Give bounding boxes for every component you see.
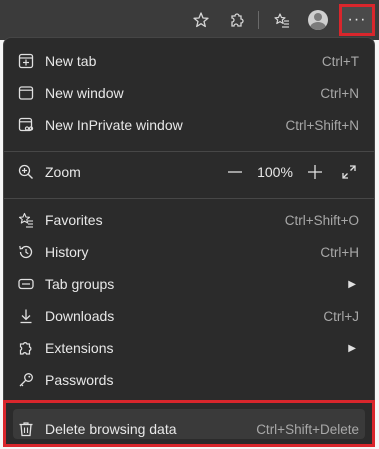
menu-item-favorites[interactable]: Favorites Ctrl+Shift+O xyxy=(4,204,374,236)
menu-item-extensions[interactable]: Extensions ▶ xyxy=(4,332,374,364)
zoom-controls: 100% xyxy=(224,161,360,183)
favorites-star-icon[interactable] xyxy=(186,5,216,35)
menu-item-label: Tab groups xyxy=(45,276,115,292)
submenu-arrow-icon: ▶ xyxy=(348,278,356,290)
settings-menu: New tab Ctrl+T New window Ctrl+N New InP… xyxy=(3,37,375,447)
inprivate-icon xyxy=(16,115,36,135)
collections-icon[interactable] xyxy=(267,5,297,35)
menu-item-label: Downloads xyxy=(45,308,115,324)
tab-groups-icon xyxy=(16,274,36,294)
submenu-arrow-icon: ▶ xyxy=(348,342,356,354)
menu-item-label: Delete browsing data xyxy=(45,421,177,437)
menu-item-label: New tab xyxy=(45,53,97,69)
menu-item-shortcut: Ctrl+Shift+N xyxy=(285,117,359,133)
menu-item-label: Zoom xyxy=(45,164,81,180)
zoom-level: 100% xyxy=(257,164,293,180)
favorites-icon xyxy=(16,210,36,230)
zoom-icon xyxy=(16,162,36,182)
toolbar-divider xyxy=(258,11,259,29)
puzzle-icon xyxy=(16,338,36,358)
menu-item-tab-groups[interactable]: Tab groups ▶ xyxy=(4,268,374,300)
settings-and-more-button[interactable]: ··· xyxy=(339,4,375,36)
key-icon xyxy=(16,370,36,390)
menu-item-shortcut: Ctrl+J xyxy=(323,308,359,324)
zoom-in-button[interactable] xyxy=(304,161,326,183)
menu-item-shortcut: Ctrl+Shift+Delete xyxy=(256,421,359,437)
menu-item-zoom: Zoom 100% xyxy=(4,156,374,188)
browser-frame: ··· New tab Ctrl+T New window Ctrl+N New… xyxy=(0,0,379,449)
menu-item-new-inprivate-window[interactable]: New InPrivate window Ctrl+Shift+N xyxy=(4,109,374,141)
menu-item-label: New window xyxy=(45,85,124,101)
menu-item-label: New InPrivate window xyxy=(45,117,183,133)
menu-divider xyxy=(4,151,374,152)
menu-item-shortcut: Ctrl+N xyxy=(320,85,359,101)
menu-item-new-window[interactable]: New window Ctrl+N xyxy=(4,77,374,109)
menu-item-downloads[interactable]: Downloads Ctrl+J xyxy=(4,300,374,332)
menu-item-label: Favorites xyxy=(45,212,103,228)
fullscreen-button[interactable] xyxy=(338,161,360,183)
extensions-puzzle-icon[interactable] xyxy=(222,5,252,35)
download-icon xyxy=(16,306,36,326)
new-tab-icon xyxy=(16,51,36,71)
history-icon xyxy=(16,242,36,262)
more-dots-icon: ··· xyxy=(347,11,367,28)
menu-item-delete-browsing-data[interactable]: Delete browsing data Ctrl+Shift+Delete xyxy=(4,413,374,445)
menu-item-label: History xyxy=(45,244,89,260)
menu-item-shortcut: Ctrl+Shift+O xyxy=(284,212,359,228)
menu-item-label: Passwords xyxy=(45,372,114,388)
avatar-icon xyxy=(308,10,328,30)
menu-item-new-tab[interactable]: New tab Ctrl+T xyxy=(4,45,374,77)
trash-icon xyxy=(16,419,36,439)
browser-toolbar: ··· xyxy=(0,0,379,40)
menu-item-passwords[interactable]: Passwords xyxy=(4,364,374,396)
menu-item-shortcut: Ctrl+H xyxy=(320,244,359,260)
window-icon xyxy=(16,83,36,103)
menu-item-history[interactable]: History Ctrl+H xyxy=(4,236,374,268)
profile-button[interactable] xyxy=(303,5,333,35)
menu-divider xyxy=(4,198,374,199)
menu-item-label: Extensions xyxy=(45,340,114,356)
menu-item-shortcut: Ctrl+T xyxy=(321,53,359,69)
zoom-out-button[interactable] xyxy=(224,161,246,183)
